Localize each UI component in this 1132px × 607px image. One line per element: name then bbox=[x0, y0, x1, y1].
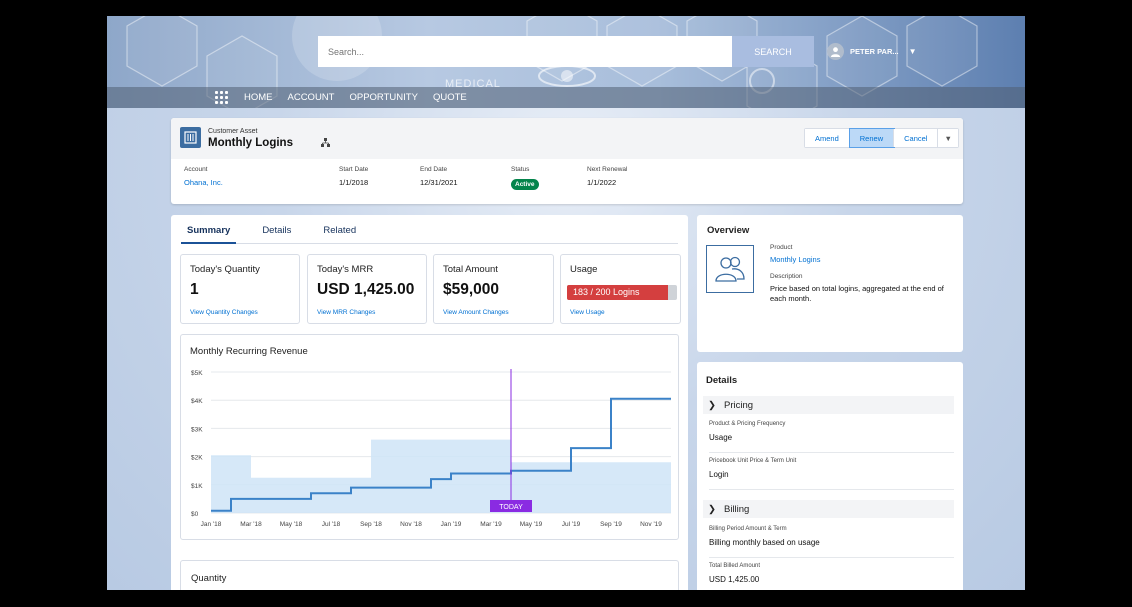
overview-card: Overview Product Monthly Logins Descript… bbox=[697, 215, 963, 352]
section-billing[interactable]: ❯ Billing bbox=[703, 500, 954, 518]
quantity-card: Quantity bbox=[180, 560, 679, 590]
x-tick-label: Sep '19 bbox=[600, 521, 622, 528]
cancel-button[interactable]: Cancel bbox=[894, 129, 939, 147]
tab-bar: Summary Details Related bbox=[181, 215, 678, 244]
nav-home[interactable]: HOME bbox=[244, 92, 273, 103]
user-name: PETER PAR... bbox=[850, 47, 899, 56]
field-end-date: End Date 12/31/2021 bbox=[420, 166, 458, 187]
y-tick-label: $4K bbox=[191, 398, 203, 405]
app-launcher-icon[interactable] bbox=[215, 90, 229, 105]
view-mrr-link[interactable]: View MRR Changes bbox=[317, 309, 375, 316]
view-usage-link[interactable]: View Usage bbox=[570, 309, 605, 316]
y-tick-label: $1K bbox=[191, 483, 203, 490]
record-actions: Amend Renew Cancel ▼ bbox=[804, 128, 959, 148]
asset-icon bbox=[180, 127, 201, 148]
mrr-chart-plot: $5K $4K $3K $2K $1K $0 TODAY Jan '18 Mar '18 May … bbox=[191, 369, 671, 528]
overview-title: Overview bbox=[707, 225, 750, 236]
metric-mrr: Today's MRR USD 1,425.00 View MRR Change… bbox=[307, 254, 427, 324]
status-badge: Active bbox=[511, 179, 539, 190]
tab-details[interactable]: Details bbox=[256, 215, 297, 244]
x-tick-label: Nov '18 bbox=[400, 521, 422, 528]
search-input[interactable] bbox=[318, 36, 732, 67]
product-link[interactable]: Monthly Logins bbox=[770, 255, 950, 265]
x-tick-label: Jan '18 bbox=[201, 521, 222, 528]
chevron-down-icon[interactable]: ▼ bbox=[909, 47, 917, 56]
app-window: MEDICAL SEARCH PETER PAR... ▼ HOME ACCOU… bbox=[107, 16, 1025, 590]
metric-usage: Usage 183 / 200 Logins View Usage bbox=[560, 254, 681, 324]
summary-card: Summary Details Related Today's Quantity… bbox=[171, 215, 688, 590]
metric-total-amount: Total Amount $59,000 View Amount Changes bbox=[433, 254, 554, 324]
y-tick-label: $2K bbox=[191, 455, 203, 462]
nav-account[interactable]: ACCOUNT bbox=[288, 92, 335, 103]
y-tick-label: $5K bbox=[191, 370, 203, 377]
header-banner: MEDICAL SEARCH PETER PAR... ▼ HOME ACCOU… bbox=[107, 16, 1025, 108]
record-title-bar: Customer Asset Monthly Logins Amend Rene… bbox=[171, 118, 963, 159]
field-account: Account Ohana, Inc. bbox=[184, 166, 223, 187]
usage-progress-bar: 183 / 200 Logins bbox=[567, 285, 677, 300]
x-tick-label: Jul '18 bbox=[322, 521, 341, 528]
amend-button[interactable]: Amend bbox=[805, 129, 850, 147]
view-amount-link[interactable]: View Amount Changes bbox=[443, 309, 509, 316]
y-tick-label: $0 bbox=[191, 511, 199, 518]
avatar bbox=[827, 43, 844, 60]
nav-opportunity[interactable]: OPPORTUNITY bbox=[349, 92, 417, 103]
field-next-renewal: Next Renewal 1/1/2022 bbox=[587, 166, 628, 187]
tab-related[interactable]: Related bbox=[317, 215, 362, 244]
chevron-right-icon: ❯ bbox=[708, 400, 716, 411]
today-label: TODAY bbox=[499, 504, 523, 511]
field-pricing-frequency: Product & Pricing Frequency Usage bbox=[709, 419, 954, 453]
overview-fields: Product Monthly Logins Description Price… bbox=[770, 244, 950, 311]
tab-summary[interactable]: Summary bbox=[181, 215, 237, 244]
forecast-area bbox=[211, 439, 671, 513]
search-button[interactable]: SEARCH bbox=[732, 36, 814, 67]
page-title: Monthly Logins bbox=[208, 137, 293, 149]
product-image bbox=[706, 245, 754, 293]
details-title: Details bbox=[706, 375, 738, 386]
x-tick-label: May '19 bbox=[520, 521, 543, 528]
product-description: Price based on total logins, aggregated … bbox=[770, 283, 944, 303]
x-tick-label: Sep '18 bbox=[360, 521, 382, 528]
hierarchy-icon[interactable] bbox=[321, 138, 330, 149]
record-type: Customer Asset bbox=[208, 128, 258, 135]
user-icon bbox=[830, 47, 841, 57]
x-tick-label: Mar '19 bbox=[480, 521, 502, 528]
quantity-card-title: Quantity bbox=[191, 573, 227, 584]
nav-quote[interactable]: QUOTE bbox=[433, 92, 467, 103]
section-pricing[interactable]: ❯ Pricing bbox=[703, 396, 954, 414]
field-status: Status Active bbox=[511, 166, 539, 191]
renew-button[interactable]: Renew bbox=[848, 128, 896, 148]
account-link[interactable]: Ohana, Inc. bbox=[184, 178, 223, 187]
x-tick-label: Jan '19 bbox=[441, 521, 462, 528]
view-quantity-link[interactable]: View Quantity Changes bbox=[190, 309, 258, 316]
field-start-date: Start Date 1/1/2018 bbox=[339, 166, 369, 187]
chevron-right-icon: ❯ bbox=[708, 504, 716, 515]
details-card: Details ❯ Pricing Product & Pricing Frequ… bbox=[697, 362, 963, 590]
x-tick-label: Jul '19 bbox=[562, 521, 581, 528]
chevron-down-icon[interactable]: ▼ bbox=[938, 129, 958, 147]
y-tick-label: $3K bbox=[191, 426, 203, 433]
field-unit-price: Pricebook Unit Price & Term Unit Login bbox=[709, 456, 954, 490]
x-tick-label: Mar '18 bbox=[240, 521, 262, 528]
field-billing-period: Billing Period Amount & Term Billing mon… bbox=[709, 524, 954, 558]
mrr-chart: Monthly Recurring Revenue $5K $4K $3K $2K $1… bbox=[180, 334, 679, 540]
metric-quantity: Today's Quantity 1 View Quantity Changes bbox=[180, 254, 300, 324]
x-tick-label: Nov '19 bbox=[640, 521, 662, 528]
users-icon bbox=[715, 256, 745, 282]
x-tick-label: May '18 bbox=[280, 521, 303, 528]
record-header: Customer Asset Monthly Logins Amend Rene… bbox=[171, 118, 963, 204]
usage-progress-fill: 183 / 200 Logins bbox=[567, 285, 668, 300]
field-total-billed: Total Billed Amount USD 1,425.00 bbox=[709, 563, 761, 584]
nav-bar: HOME ACCOUNT OPPORTUNITY QUOTE bbox=[107, 87, 1025, 108]
user-menu[interactable]: PETER PAR... ▼ bbox=[827, 43, 917, 60]
